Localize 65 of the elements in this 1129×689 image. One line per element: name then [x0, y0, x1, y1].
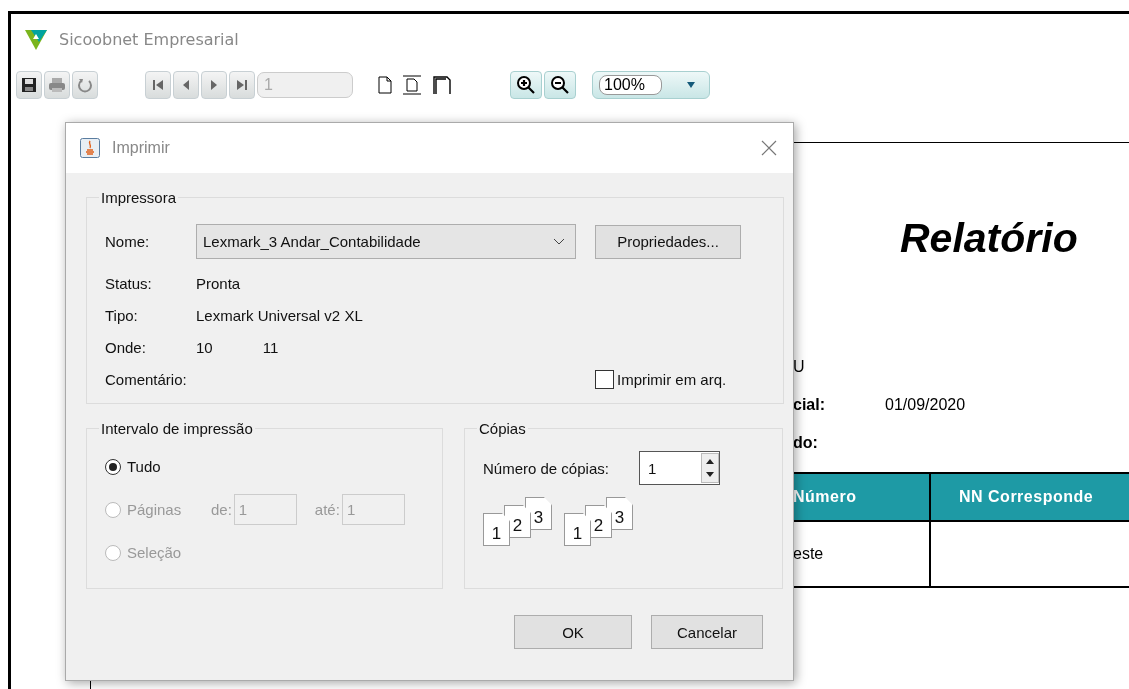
- java-icon: [80, 138, 100, 158]
- radio-label: Páginas: [127, 501, 183, 518]
- name-label: Nome:: [105, 233, 151, 250]
- next-page-button[interactable]: [201, 71, 227, 99]
- window-title: Sicoobnet Empresarial: [59, 30, 239, 49]
- page-icon[interactable]: [378, 76, 392, 94]
- group-title: Impressora: [100, 189, 178, 206]
- last-page-icon: [236, 79, 248, 91]
- last-page-button[interactable]: [229, 71, 255, 99]
- printer-dropdown[interactable]: Lexmark_3 Andar_Contabilidade: [196, 224, 576, 259]
- field-label: cial:: [793, 396, 826, 414]
- copies-label: Número de cópias:: [483, 459, 609, 477]
- page-width-icon[interactable]: [402, 75, 422, 95]
- info-label: Status:: [105, 274, 153, 292]
- whole-page-icon[interactable]: [432, 75, 452, 95]
- radio-button[interactable]: [105, 458, 121, 475]
- refresh-button[interactable]: [72, 71, 98, 99]
- info-label: Onde:: [105, 338, 147, 356]
- dropdown-arrow-icon: [687, 82, 695, 88]
- checkbox-label: Imprimir em arq.: [617, 371, 727, 388]
- info-label: Tipo:: [105, 306, 139, 324]
- to-label: até:: [314, 501, 340, 518]
- checkbox[interactable]: [595, 370, 614, 389]
- chevron-down-icon: [553, 238, 565, 245]
- first-page-button[interactable]: [145, 71, 171, 99]
- properties-button[interactable]: Propriedades...: [595, 224, 741, 259]
- report-title: Relatório: [900, 215, 1079, 262]
- floppy-icon: [21, 77, 37, 93]
- field-label: do:: [793, 434, 819, 452]
- info-label: Comentário:: [105, 370, 188, 388]
- print-to-file-checkbox[interactable]: Imprimir em arq.: [595, 370, 727, 389]
- spinner-arrows-icon: [700, 453, 719, 483]
- radio-label: Tudo: [127, 458, 162, 475]
- previous-icon: [181, 79, 191, 91]
- zoom-dropdown[interactable]: 100%: [592, 71, 710, 99]
- zoom-out-button[interactable]: [544, 71, 576, 99]
- previous-page-button[interactable]: [173, 71, 199, 99]
- group-title: Cópias: [478, 420, 527, 437]
- ok-button[interactable]: OK: [514, 615, 632, 649]
- zoom-in-button[interactable]: [510, 71, 542, 99]
- refresh-icon: [77, 77, 93, 93]
- field-label: U: [793, 358, 806, 376]
- field-value: 01/09/2020: [885, 396, 966, 414]
- info-value: 10: [196, 338, 213, 356]
- info-value: Lexmark Universal v2 XL: [196, 306, 363, 324]
- info-value: 11: [262, 338, 279, 356]
- zoom-in-icon: [516, 75, 536, 95]
- dialog-title: Imprimir: [112, 139, 171, 157]
- from-label: de:: [211, 501, 232, 518]
- group-title: Intervalo de impressão: [100, 420, 254, 437]
- zoom-out-icon: [550, 75, 570, 95]
- printer-icon: [48, 77, 66, 93]
- page-sheet: 1: [564, 513, 591, 546]
- logo-icon: [25, 29, 47, 50]
- column-header: Número: [793, 474, 931, 520]
- first-page-icon: [152, 79, 164, 91]
- close-icon[interactable]: [761, 140, 777, 156]
- info-value: Pronta: [196, 274, 241, 292]
- column-header: NN Corresponde: [931, 474, 1129, 520]
- radio-label: Seleção: [127, 544, 183, 561]
- cancel-button[interactable]: Cancelar: [651, 615, 763, 649]
- next-icon: [209, 79, 219, 91]
- save-button[interactable]: [16, 71, 42, 99]
- copies-spinner[interactable]: 1: [638, 451, 720, 485]
- page-sheet: 1: [483, 513, 510, 546]
